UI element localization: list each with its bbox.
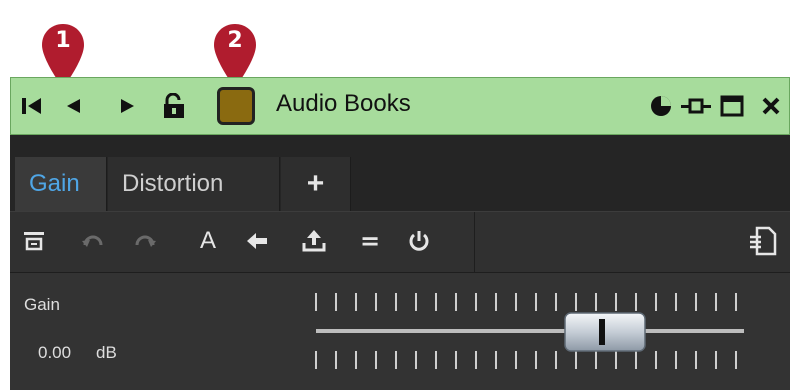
pie-chart-icon[interactable] xyxy=(649,92,673,120)
tab-gain[interactable]: Gain xyxy=(15,157,107,211)
gain-unit: dB xyxy=(96,343,117,362)
track-title: Audio Books xyxy=(276,90,411,117)
gain-label: Gain xyxy=(24,295,60,314)
collapse-icon[interactable] xyxy=(22,226,46,256)
slider-knob xyxy=(564,312,646,352)
plugin-panel: Gain Distortion + A = Gain 0.00 dB xyxy=(10,135,790,390)
skip-to-start-icon[interactable] xyxy=(19,92,45,120)
close-icon[interactable] xyxy=(759,92,783,120)
redo-icon[interactable] xyxy=(132,226,158,256)
undo-icon[interactable] xyxy=(80,226,106,256)
rename-icon[interactable]: A xyxy=(196,226,220,256)
power-icon[interactable] xyxy=(406,226,432,256)
callout-number: 1 xyxy=(55,28,71,53)
equal-icon[interactable]: = xyxy=(358,226,382,256)
previous-icon[interactable] xyxy=(61,92,85,120)
maximize-icon[interactable] xyxy=(719,92,745,120)
pin-icon[interactable] xyxy=(681,92,711,120)
plugin-title-bar: Audio Books xyxy=(10,77,790,135)
tab-bar: Gain Distortion + xyxy=(10,135,790,212)
toolbar-separator xyxy=(474,212,475,272)
slider-ticks-bottom xyxy=(315,351,737,369)
play-icon[interactable] xyxy=(115,92,139,120)
plugin-toolbar: A = xyxy=(10,212,790,273)
add-tab-button[interactable]: + xyxy=(281,157,351,211)
slider-ticks-top xyxy=(315,293,737,311)
unlock-icon[interactable] xyxy=(161,92,187,120)
tab-distortion[interactable]: Distortion xyxy=(108,157,280,211)
export-icon[interactable] xyxy=(300,226,328,256)
track-color-swatch[interactable] xyxy=(217,87,255,125)
back-arrow-icon[interactable] xyxy=(244,226,270,256)
gain-slider[interactable] xyxy=(300,291,750,371)
gain-value[interactable]: 0.00 xyxy=(38,343,71,363)
gain-parameter-row: Gain 0.00 dB xyxy=(10,273,790,390)
callout-number: 2 xyxy=(227,28,243,53)
preset-menu-icon[interactable] xyxy=(748,226,778,256)
